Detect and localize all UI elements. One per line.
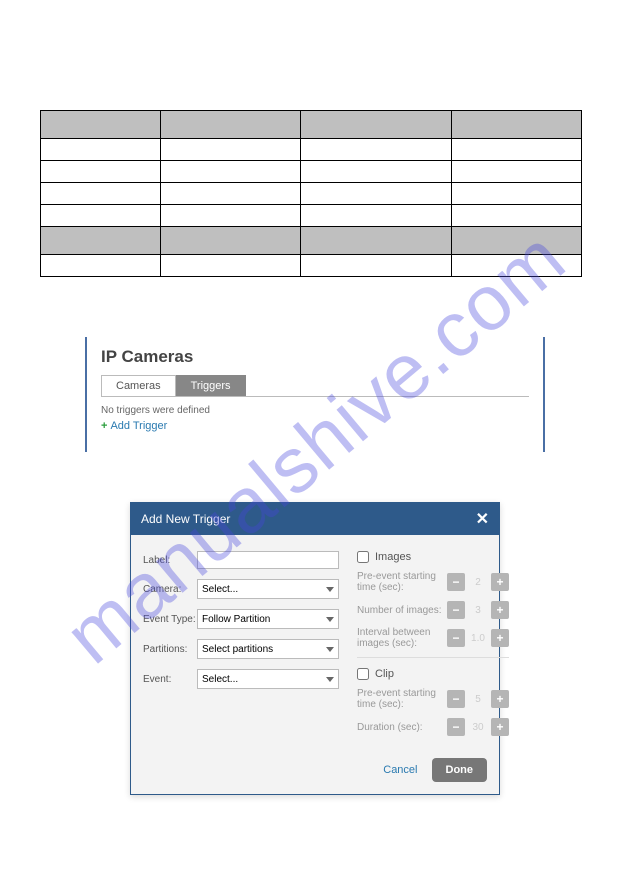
- divider: [357, 657, 509, 658]
- duration-label: Duration (sec):: [357, 722, 447, 733]
- num-images-label: Number of images:: [357, 605, 447, 616]
- table-row: [41, 255, 582, 277]
- camera-label: Camera:: [143, 584, 197, 595]
- event-type-select[interactable]: Follow Partition: [197, 609, 339, 629]
- images-checkbox-row: Images: [357, 551, 509, 563]
- done-button[interactable]: Done: [432, 758, 488, 782]
- minus-button[interactable]: −: [447, 601, 465, 619]
- panel-title: IP Cameras: [101, 347, 529, 367]
- interval-stepper: − 1.0 +: [447, 629, 509, 647]
- pre-event-label: Pre-event starting time (sec):: [357, 571, 447, 593]
- interval-label: Interval between images (sec):: [357, 627, 447, 649]
- table-row: [41, 139, 582, 161]
- pre-event2-stepper: − 5 +: [447, 690, 509, 708]
- table-row: [41, 205, 582, 227]
- clip-checkbox-label: Clip: [375, 668, 394, 680]
- tabs: Cameras Triggers: [101, 375, 529, 397]
- minus-button[interactable]: −: [447, 718, 465, 736]
- pre-event-value: 2: [469, 577, 487, 588]
- images-checkbox-label: Images: [375, 551, 411, 563]
- tab-triggers[interactable]: Triggers: [176, 375, 246, 396]
- camera-select[interactable]: Select...: [197, 579, 339, 599]
- chevron-down-icon: [326, 647, 334, 652]
- modal-body: Label: Camera: Select... Event Type: Fol…: [131, 535, 499, 750]
- add-trigger-label: Add Trigger: [110, 420, 167, 432]
- minus-button[interactable]: −: [447, 690, 465, 708]
- pre-event2-value: 5: [469, 694, 487, 705]
- clip-checkbox-row: Clip: [357, 668, 509, 680]
- chevron-down-icon: [326, 677, 334, 682]
- spec-table: [40, 110, 582, 277]
- event-type-select-value: Follow Partition: [202, 614, 270, 625]
- close-icon[interactable]: ✕: [476, 509, 489, 529]
- table-row: [41, 161, 582, 183]
- partitions-select-value: Select partitions: [202, 644, 273, 655]
- plus-button[interactable]: +: [491, 629, 509, 647]
- add-trigger-modal: Add New Trigger ✕ Label: Camera: Select.…: [130, 502, 500, 795]
- tab-cameras[interactable]: Cameras: [101, 375, 176, 396]
- plus-button[interactable]: +: [491, 573, 509, 591]
- interval-value: 1.0: [469, 633, 487, 644]
- page: IP Cameras Cameras Triggers No triggers …: [0, 0, 630, 835]
- duration-stepper: − 30 +: [447, 718, 509, 736]
- table-row: [41, 183, 582, 205]
- num-images-stepper: − 3 +: [447, 601, 509, 619]
- event-select[interactable]: Select...: [197, 669, 339, 689]
- partitions-label: Partitions:: [143, 644, 197, 655]
- modal-header: Add New Trigger ✕: [131, 503, 499, 535]
- minus-button[interactable]: −: [447, 573, 465, 591]
- duration-value: 30: [469, 722, 487, 733]
- chevron-down-icon: [326, 587, 334, 592]
- minus-button[interactable]: −: [447, 629, 465, 647]
- camera-select-value: Select...: [202, 584, 238, 595]
- table-subheader-row: [41, 227, 582, 255]
- plus-icon: +: [101, 420, 107, 432]
- label-label: Label:: [143, 555, 197, 566]
- pre-event2-label: Pre-event starting time (sec):: [357, 688, 447, 710]
- pre-event-stepper: − 2 +: [447, 573, 509, 591]
- modal-footer: Cancel Done: [131, 750, 499, 794]
- chevron-down-icon: [326, 617, 334, 622]
- ip-cameras-panel: IP Cameras Cameras Triggers No triggers …: [85, 337, 545, 452]
- empty-state-text: No triggers were defined: [101, 405, 529, 416]
- table-header-row: [41, 111, 582, 139]
- modal-title: Add New Trigger: [141, 512, 230, 526]
- modal-left-column: Label: Camera: Select... Event Type: Fol…: [143, 551, 339, 744]
- event-type-label: Event Type:: [143, 614, 197, 625]
- plus-button[interactable]: +: [491, 690, 509, 708]
- plus-button[interactable]: +: [491, 601, 509, 619]
- label-input[interactable]: [197, 551, 339, 569]
- images-checkbox[interactable]: [357, 551, 369, 563]
- cancel-button[interactable]: Cancel: [383, 764, 417, 776]
- clip-checkbox[interactable]: [357, 668, 369, 680]
- plus-button[interactable]: +: [491, 718, 509, 736]
- event-label: Event:: [143, 674, 197, 685]
- event-select-value: Select...: [202, 674, 238, 685]
- add-trigger-link[interactable]: +Add Trigger: [101, 420, 529, 432]
- modal-right-column: Images Pre-event starting time (sec): − …: [357, 551, 509, 744]
- partitions-select[interactable]: Select partitions: [197, 639, 339, 659]
- num-images-value: 3: [469, 605, 487, 616]
